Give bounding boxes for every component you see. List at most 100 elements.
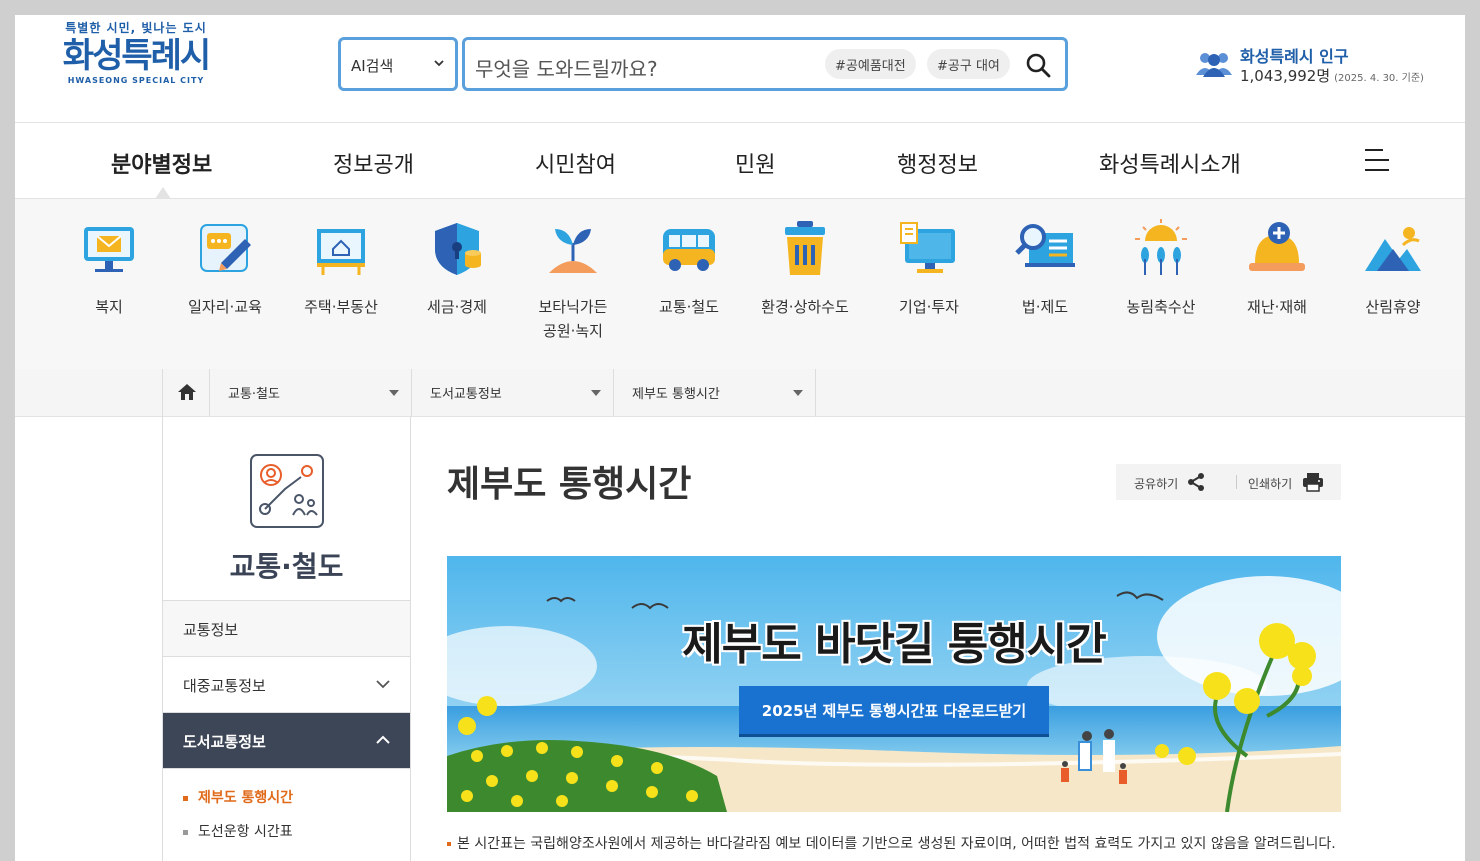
- sidebar-header: 교통·철도: [163, 417, 410, 601]
- page-tools: 공유하기 인쇄하기: [1116, 464, 1341, 500]
- category-law[interactable]: 법·제도: [987, 219, 1103, 319]
- dropdown-arrow-icon: [389, 390, 399, 396]
- sidebar-item-label: 교통정보: [183, 621, 239, 639]
- category-welfare[interactable]: 복지: [51, 219, 167, 319]
- search-placeholder: 무엇을 도와드릴까요?: [475, 57, 658, 81]
- category-label: 농림축수산: [1126, 298, 1196, 316]
- search-type-value: AI검색: [351, 57, 394, 75]
- search-icon[interactable]: [1025, 52, 1051, 78]
- share-icon[interactable]: [1186, 472, 1206, 492]
- banner-title: 제부도 바닷길 통행시간: [682, 619, 1106, 670]
- breadcrumb-label: 도서교통정보: [430, 387, 502, 402]
- download-timetable-button[interactable]: 2025년 제부도 통행시간표 다운로드받기: [739, 686, 1049, 734]
- helmet-cross-icon: [1249, 222, 1305, 271]
- menu-icon[interactable]: [1363, 147, 1391, 173]
- nav-item-citizen[interactable]: 시민참여: [535, 147, 616, 179]
- sidebar-subitem-jebu[interactable]: 제부도 통행시간: [183, 787, 293, 807]
- house-board-icon: [317, 229, 365, 275]
- category-jobs[interactable]: 일자리·교육: [167, 219, 283, 319]
- sun-wheat-icon: [1135, 219, 1187, 275]
- header: 특별한 시민, 빛나는 도시 화성특례시 HWASEONG SPECIAL CI…: [15, 15, 1465, 123]
- category-menu: 복지 일자리·교육 주택·부동산 세금·경제 보타닉가든 공원·녹지 교통·철도…: [15, 199, 1465, 369]
- search-chip[interactable]: #공예품대전: [825, 49, 916, 79]
- home-button[interactable]: [162, 369, 210, 417]
- notice-content: 본 시간표는 국립해양조사원에서 제공하는 바다갈라짐 예보 데이터를 기반으로…: [457, 836, 1336, 852]
- category-label: 보타닉가든 공원·녹지: [538, 298, 608, 340]
- share-button[interactable]: 공유하기: [1134, 475, 1178, 492]
- category-transport[interactable]: 교통·철도: [631, 219, 747, 319]
- mountain-icon: [1365, 227, 1421, 271]
- category-label: 일자리·교육: [188, 298, 262, 316]
- category-label: 법·제도: [1021, 298, 1069, 316]
- beach-illustration: [447, 556, 1341, 812]
- logo-name: 화성특례시: [62, 36, 211, 76]
- dropdown-arrow-icon: [793, 390, 803, 396]
- sidebar-subitem-label: 도선운항 시간표: [198, 824, 293, 840]
- logo-tagline: 특별한 시민, 빛나는 도시: [65, 21, 207, 35]
- category-label: 복지: [95, 298, 123, 316]
- category-disaster[interactable]: 재난·재해: [1219, 219, 1335, 319]
- nav-item-admin[interactable]: 행정정보: [897, 147, 978, 179]
- sidebar-subitem-ferry[interactable]: 도선운항 시간표: [183, 821, 293, 841]
- category-label: 주택·부동산: [304, 298, 378, 316]
- transport-people-icon: [250, 454, 324, 528]
- sidebar-title: 교통·철도: [229, 550, 344, 583]
- logo-english: HWASEONG SPECIAL CITY: [67, 76, 205, 85]
- sidebar-item-label: 대중교통정보: [183, 677, 266, 695]
- category-agriculture[interactable]: 농림축수산: [1103, 219, 1219, 319]
- page-title: 제부도 통행시간: [447, 464, 692, 505]
- print-button[interactable]: 인쇄하기: [1248, 475, 1292, 492]
- tools-divider: [1236, 475, 1237, 489]
- page: 특별한 시민, 빛나는 도시 화성특례시 HWASEONG SPECIAL CI…: [15, 15, 1465, 861]
- category-label: 교통·철도: [659, 298, 719, 316]
- population-date: (2025. 4. 30. 기준): [1334, 73, 1424, 84]
- nav-item-civil[interactable]: 민원: [735, 147, 775, 179]
- breadcrumb-level-1[interactable]: 교통·철도: [210, 369, 412, 417]
- jebu-banner: 제부도 바닷길 통행시간 2025년 제부도 통행시간표 다운로드받기: [447, 556, 1341, 812]
- search-type-select[interactable]: AI검색: [338, 37, 458, 91]
- category-label: 산림휴양: [1365, 298, 1421, 316]
- category-business[interactable]: 기업·투자: [871, 219, 987, 319]
- sidebar-subitem-label: 제부도 통행시간: [198, 790, 294, 806]
- breadcrumb-level-2[interactable]: 도서교통정보: [412, 369, 614, 417]
- sidebar-item-label: 도서교통정보: [183, 733, 266, 751]
- nav-item-info-disclosure[interactable]: 정보공개: [333, 147, 414, 179]
- bullet: [447, 842, 451, 846]
- breadcrumb-level-3[interactable]: 제부도 통행시간: [614, 369, 816, 417]
- category-label: 세금·경제: [427, 298, 487, 316]
- breadcrumb-label: 제부도 통행시간: [632, 387, 720, 402]
- category-environment[interactable]: 환경·상하수도: [747, 219, 863, 319]
- shield-coin-icon: [435, 223, 481, 275]
- people-icon: [1196, 53, 1232, 77]
- sidebar-item-island-transport[interactable]: 도서교통정보: [163, 713, 410, 769]
- bus-icon: [663, 229, 715, 271]
- category-garden[interactable]: 보타닉가든 공원·녹지: [515, 219, 631, 343]
- share-label: 공유하기: [1134, 477, 1179, 491]
- search-input[interactable]: 무엇을 도와드릴까요? #공예품대전 #공구 대여: [462, 37, 1068, 91]
- chat-pencil-icon: [200, 224, 251, 272]
- sidebar-item-public-transport[interactable]: 대중교통정보: [163, 657, 410, 713]
- category-housing[interactable]: 주택·부동산: [283, 219, 399, 319]
- bullet: [183, 829, 188, 835]
- monitor-mail-icon: [84, 227, 134, 272]
- bullet: [183, 795, 188, 801]
- category-tax[interactable]: 세금·경제: [399, 219, 515, 319]
- chevron-up-icon: [376, 735, 390, 744]
- sidebar-item-traffic-info[interactable]: 교통정보: [163, 601, 410, 657]
- search-chip[interactable]: #공구 대여: [927, 49, 1010, 79]
- population-value: 1,043,992명 (2025. 4. 30. 기준): [1240, 65, 1424, 86]
- magnifier-doc-icon: [1015, 224, 1075, 267]
- chevron-down-icon: [434, 60, 444, 67]
- nav-item-field-info[interactable]: 분야별정보: [111, 147, 212, 179]
- chevron-down-icon: [376, 680, 390, 689]
- population-number: 1,043,992명: [1240, 67, 1331, 85]
- printer-icon[interactable]: [1302, 472, 1324, 492]
- logo[interactable]: 특별한 시민, 빛나는 도시 화성특례시 HWASEONG SPECIAL CI…: [51, 19, 221, 91]
- category-label: 기업·투자: [899, 298, 959, 316]
- category-forest[interactable]: 산림휴양: [1335, 219, 1451, 319]
- breadcrumb: 교통·철도 도서교통정보 제부도 통행시간: [15, 369, 1465, 417]
- nav-item-about[interactable]: 화성특례시소개: [1099, 147, 1241, 179]
- main-nav: 분야별정보 정보공개 시민참여 민원 행정정보 화성특례시소개: [15, 123, 1465, 199]
- home-icon: [178, 384, 196, 400]
- notice-text: 본 시간표는 국립해양조사원에서 제공하는 바다갈라짐 예보 데이터를 기반으로…: [447, 833, 1347, 855]
